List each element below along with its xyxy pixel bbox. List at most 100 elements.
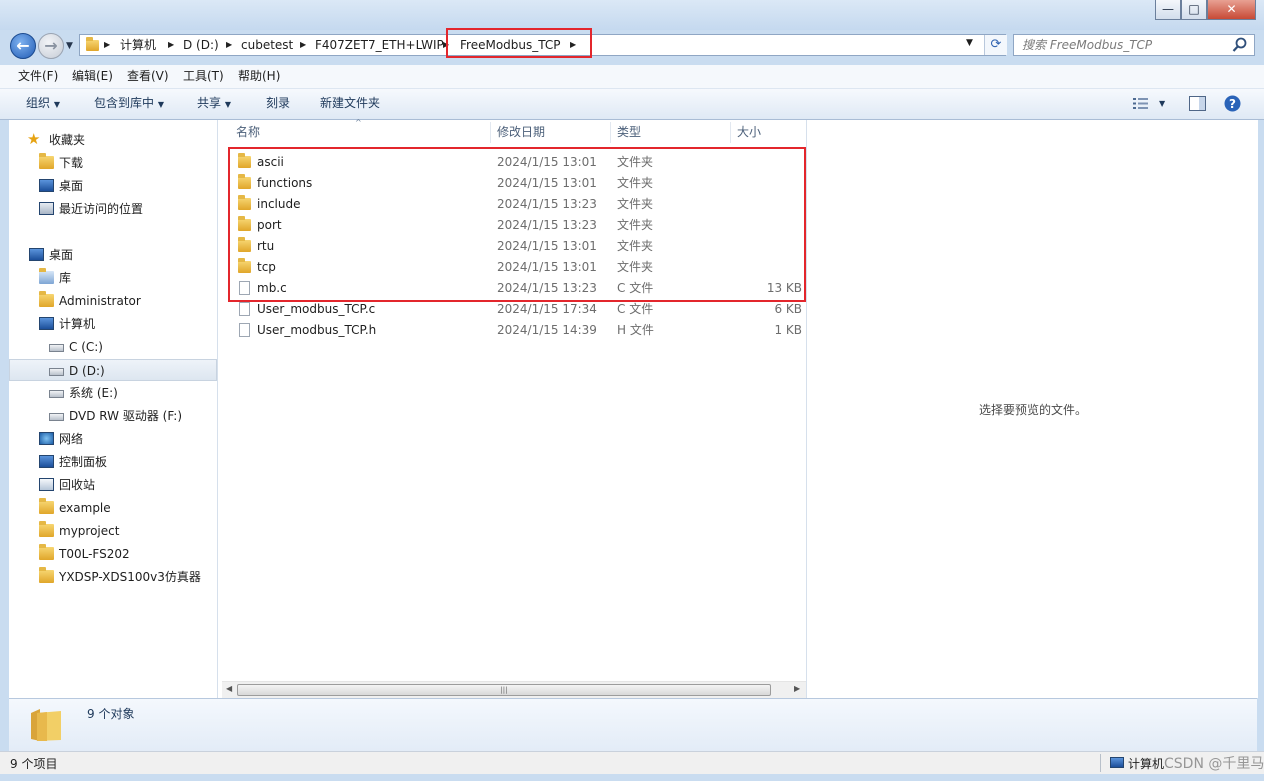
file-type: C 文件 [617,302,654,316]
breadcrumb-separator-icon[interactable]: ▶ [168,35,174,55]
menu-file[interactable]: 文件(F) [18,65,58,88]
help-icon[interactable]: ? [1224,95,1241,112]
breadcrumb-cubetest[interactable]: cubetest [241,35,293,55]
nav-label: 回收站 [59,478,96,492]
back-button[interactable]: ← [10,33,36,59]
recycle-bin-icon [39,478,54,491]
file-icon [239,302,250,316]
file-row[interactable]: User_modbus_TCP.h 2024/1/15 14:39 H 文件 1 KB [218,320,806,341]
include-in-library-button[interactable]: 包含到库中 ▼ [94,89,164,119]
column-divider[interactable] [490,122,491,143]
column-divider[interactable] [730,122,731,143]
column-header-type[interactable]: 类型 [617,120,641,145]
scroll-right-arrow-icon[interactable]: ▶ [794,684,800,693]
breadcrumb-project[interactable]: F407ZET7_ETH+LWIP [315,35,444,55]
nav-label: C (C:) [69,340,103,354]
nav-item-recycle-bin[interactable]: 回收站 [9,474,217,496]
chevron-down-icon: ▼ [53,100,60,109]
breadcrumb-separator-icon[interactable]: ▶ [104,35,110,55]
nav-label: 计算机 [59,317,96,331]
desktop-icon [29,248,44,261]
view-dropdown-icon[interactable]: ▼ [1159,89,1165,118]
search-input[interactable]: 搜索 FreeModbus_TCP [1013,34,1255,56]
nav-label: 系统 (E:) [69,386,118,400]
nav-item-tool-fs202[interactable]: T00L-FS202 [9,543,217,565]
scroll-left-arrow-icon[interactable]: ◀ [226,684,232,693]
nav-item-drive-d[interactable]: D (D:) [9,359,217,381]
nav-label: D (D:) [69,364,105,378]
folder-icon [39,567,54,583]
nav-item-drive-e[interactable]: 系统 (E:) [9,382,217,404]
burn-button[interactable]: 刻录 [266,89,290,118]
file-size: 6 KB [774,302,802,316]
file-name: User_modbus_TCP.h [257,323,377,337]
column-header-name[interactable]: 名称 [236,120,260,145]
nav-item-administrator[interactable]: Administrator [9,290,217,312]
breadcrumb-separator-icon[interactable]: ▶ [226,35,232,55]
minimize-button[interactable]: — [1155,0,1181,20]
breadcrumb-d-drive[interactable]: D (D:) [183,35,219,55]
nav-item-computer[interactable]: 计算机 [9,313,217,335]
file-type: H 文件 [617,323,654,337]
menu-view[interactable]: 查看(V) [127,65,169,88]
maximize-button[interactable]: □ [1181,0,1207,20]
file-date: 2024/1/15 17:34 [497,302,597,316]
history-dropdown-icon[interactable]: ▼ [66,41,73,51]
organize-label: 组织 [26,96,51,110]
nav-item-control-panel[interactable]: 控制面板 [9,451,217,473]
sort-ascending-icon: ^ [355,118,362,127]
menu-edit[interactable]: 编辑(E) [72,65,113,88]
organize-button[interactable]: 组织 ▼ [26,89,60,119]
nav-item-myproject[interactable]: myproject [9,520,217,542]
horizontal-scrollbar[interactable]: ◀ ||| ▶ [222,681,806,699]
drive-icon [49,368,64,376]
forward-button[interactable]: → [38,33,64,59]
nav-label: myproject [59,524,120,538]
menu-help[interactable]: 帮助(H) [238,65,280,88]
search-icon[interactable] [1232,36,1248,54]
nav-label: YXDSP-XDS100v3仿真器 [59,570,201,584]
breadcrumb-computer[interactable]: 计算机 [120,35,156,55]
computer-icon [1110,757,1124,768]
nav-label: Administrator [59,294,141,308]
column-header-date[interactable]: 修改日期 [497,120,545,145]
share-button[interactable]: 共享 ▼ [197,89,231,119]
nav-item-downloads[interactable]: 下载 [9,152,217,174]
column-header-size[interactable]: 大小 [737,120,761,145]
nav-favorites[interactable]: ★ 收藏夹 [9,129,217,151]
details-object-count: 9 个对象 [87,707,135,721]
preview-message: 选择要预览的文件。 [979,403,1088,417]
breadcrumb-separator-icon[interactable]: ▶ [300,35,306,55]
view-options-icon[interactable] [1133,97,1149,110]
nav-item-libraries[interactable]: 库 [9,267,217,289]
nav-item-example[interactable]: example [9,497,217,519]
status-location: 计算机 [1128,757,1165,771]
menu-bar: 文件(F) 编辑(E) 查看(V) 工具(T) 帮助(H) [0,65,1264,89]
file-row[interactable]: User_modbus_TCP.c 2024/1/15 17:34 C 文件 6 KB [218,299,806,320]
nav-label: 库 [59,271,72,285]
address-dropdown-icon[interactable]: ▼ [966,38,973,48]
status-bar: 9 个项目 计算机 CSDN @千里马02 [0,751,1264,774]
preview-pane-icon[interactable] [1189,96,1206,111]
file-size: 1 KB [774,323,802,337]
drive-icon [49,390,64,398]
nav-item-network[interactable]: 网络 [9,428,217,450]
control-panel-icon [39,455,54,468]
nav-item-recent-places[interactable]: 最近访问的位置 [9,198,217,220]
scrollbar-thumb[interactable]: ||| [237,684,771,696]
nav-item-dvd-drive[interactable]: DVD RW 驱动器 (F:) [9,405,217,427]
menu-tools[interactable]: 工具(T) [183,65,224,88]
nav-item-yxdsp[interactable]: YXDSP-XDS100v3仿真器 [9,566,217,588]
nav-item-drive-c[interactable]: C (C:) [9,336,217,358]
column-divider[interactable] [610,122,611,143]
highlight-box [446,28,592,58]
nav-item-desktop-fav[interactable]: 桌面 [9,175,217,197]
file-icon [239,323,250,337]
nav-desktop[interactable]: 桌面 [9,244,217,266]
new-folder-button[interactable]: 新建文件夹 [320,89,380,118]
nav-label: 收藏夹 [49,133,86,147]
refresh-button[interactable]: ⟳ [984,35,1007,55]
folder-icon [39,498,54,514]
close-button[interactable]: ✕ [1207,0,1256,20]
network-icon [39,432,54,445]
